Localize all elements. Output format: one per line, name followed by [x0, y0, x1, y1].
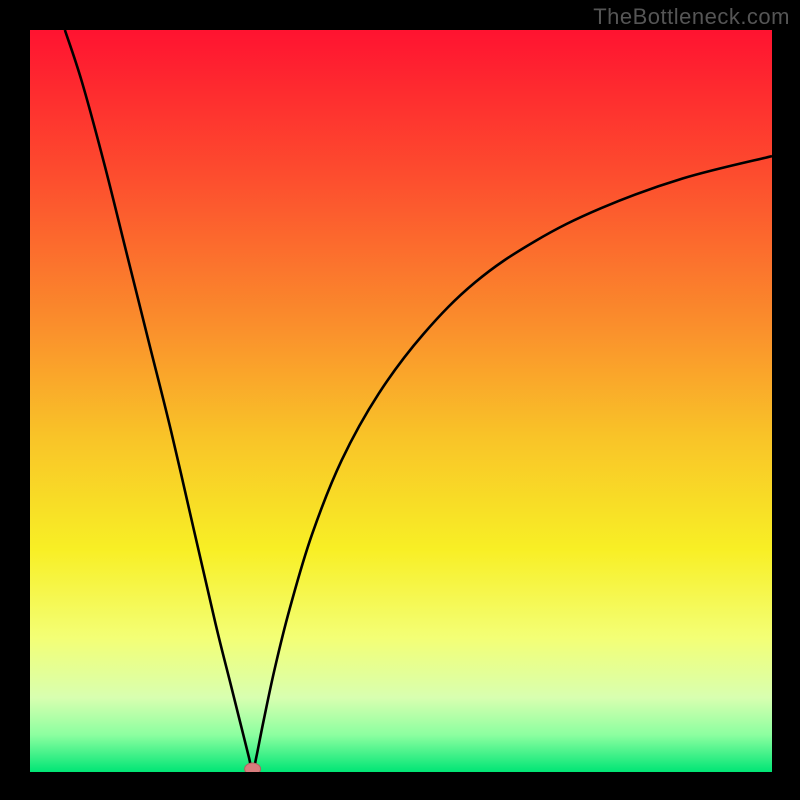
watermark-text: TheBottleneck.com [593, 4, 790, 30]
chart-frame: TheBottleneck.com [0, 0, 800, 800]
chart-svg [30, 30, 772, 772]
plot-area [30, 30, 772, 772]
gradient-background [30, 30, 772, 772]
minimum-marker [245, 763, 261, 772]
